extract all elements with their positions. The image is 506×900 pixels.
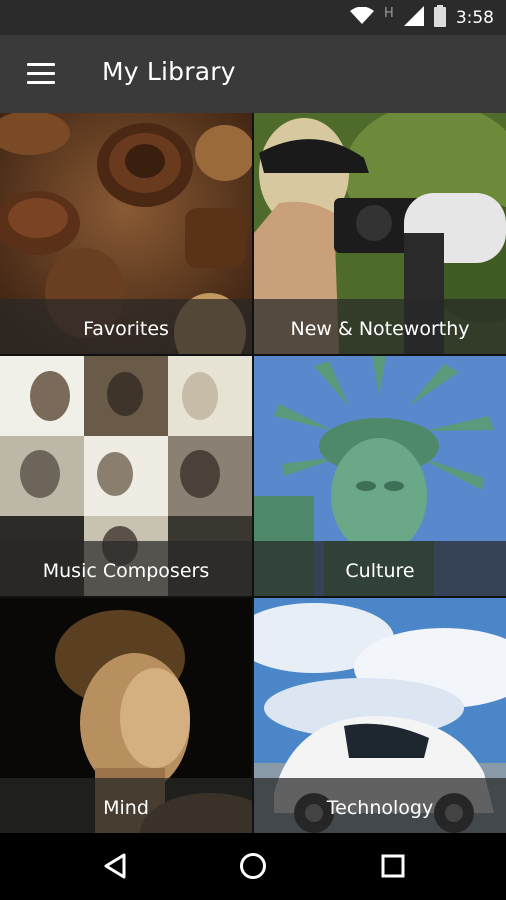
status-icons: H 3:58 [350, 0, 494, 35]
wifi-icon [350, 6, 375, 29]
app-bar: My Library [0, 35, 506, 113]
tile-technology[interactable]: Technology [254, 598, 506, 833]
home-icon[interactable] [238, 851, 268, 881]
navigation-bar [0, 833, 506, 900]
tile-label: New & Noteworthy [290, 318, 470, 340]
library-grid: Favorites New & Noteworthy Music Compose… [0, 113, 506, 833]
network-type-icon: H [384, 6, 394, 21]
tile-label: Music Composers [42, 560, 210, 582]
status-time: 3:58 [455, 7, 494, 28]
tile-label: Culture [345, 560, 415, 582]
tile-caption: New & Noteworthy [254, 299, 506, 354]
tile-mind[interactable]: Mind [0, 598, 252, 833]
tile-caption: Mind [0, 778, 252, 833]
battery-icon [433, 4, 446, 31]
tile-favorites[interactable]: Favorites [0, 113, 252, 354]
recents-icon[interactable] [378, 851, 408, 881]
tile-label: Favorites [83, 318, 169, 340]
tile-caption: Music Composers [0, 541, 252, 596]
page-title: My Library [102, 57, 236, 86]
tile-caption: Favorites [0, 299, 252, 354]
tile-label: Technology [326, 797, 434, 819]
status-bar: H 3:58 [0, 0, 506, 35]
back-icon[interactable] [100, 851, 130, 881]
tile-label: Mind [103, 797, 149, 819]
tile-culture[interactable]: Culture [254, 356, 506, 596]
tile-new-noteworthy[interactable]: New & Noteworthy [254, 113, 506, 354]
hamburger-menu-icon[interactable] [27, 63, 55, 85]
tile-music-composers[interactable]: Music Composers [0, 356, 252, 596]
signal-icon [403, 5, 424, 30]
tile-caption: Technology [254, 778, 506, 833]
tile-caption: Culture [254, 541, 506, 596]
